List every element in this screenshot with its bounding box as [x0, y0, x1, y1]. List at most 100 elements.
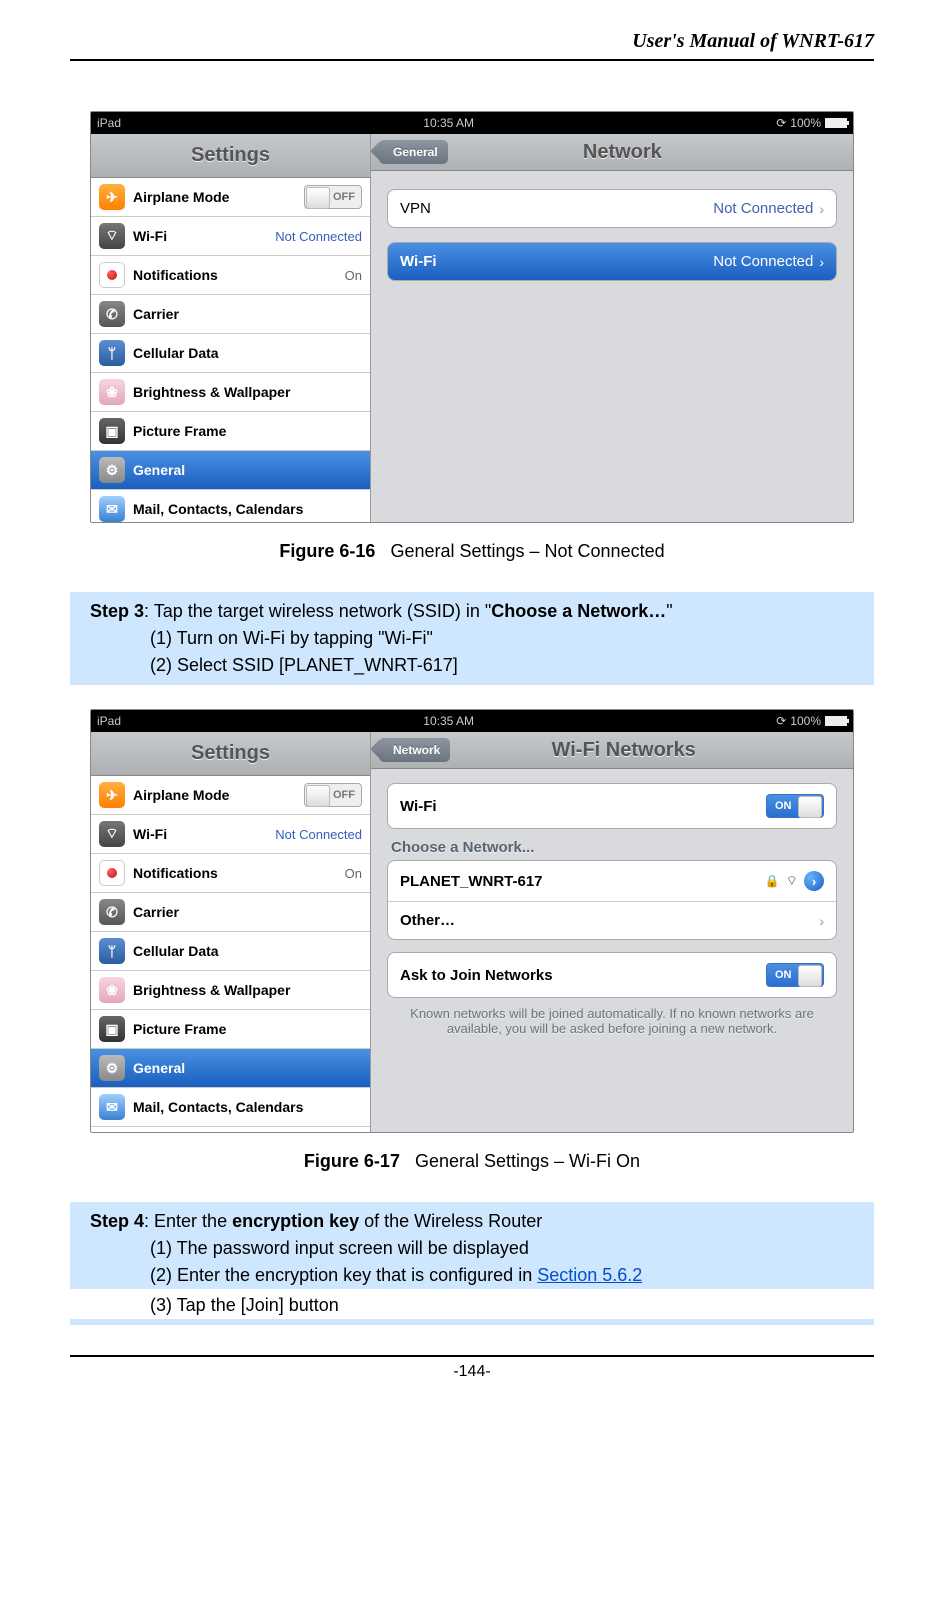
- sidebar-item-label: Wi-Fi: [133, 228, 275, 244]
- step-3-lead: Step 3: Tap the target wireless network …: [70, 598, 874, 625]
- wifi-icon: ⌔: [99, 223, 125, 249]
- figure-caption-2: Figure 6-17 General Settings – Wi-Fi On: [90, 1151, 854, 1172]
- sidebar-item-label: Picture Frame: [133, 1021, 362, 1037]
- detail-header: General Network: [371, 134, 853, 171]
- chevron-right-icon: ›: [819, 254, 824, 270]
- battery-icon: [825, 716, 847, 726]
- wifi-toggle-group: Wi-Fi ON: [387, 783, 837, 829]
- sidebar-item-carrier[interactable]: ✆ Carrier: [91, 295, 370, 334]
- airplane-toggle[interactable]: OFF: [304, 783, 362, 807]
- sidebar-item-notifications[interactable]: Notifications On: [91, 256, 370, 295]
- picture-frame-icon: ▣: [99, 1016, 125, 1042]
- sidebar-item-cellular[interactable]: ᛘ Cellular Data: [91, 334, 370, 373]
- sidebar-item-notifications[interactable]: Notifications On: [91, 854, 370, 893]
- sidebar-item-wifi[interactable]: ⌔ Wi-Fi Not Connected: [91, 815, 370, 854]
- ask-group: Ask to Join Networks ON: [387, 952, 837, 998]
- sidebar-item-label: Notifications: [133, 865, 345, 881]
- chevron-right-icon: ›: [819, 913, 824, 929]
- settings-sidebar: Settings ✈ Airplane Mode OFF ⌔ Wi-Fi Not…: [91, 134, 371, 522]
- network-row-planet[interactable]: PLANET_WNRT-617 🔒 ⌔ ›: [388, 861, 836, 902]
- step-4-sub2: (2) Enter the encryption key that is con…: [70, 1262, 874, 1289]
- airplane-icon: ✈: [99, 184, 125, 210]
- document-header: User's Manual of WNRT-617: [70, 30, 874, 59]
- step-4-sub1: (1) The password input screen will be di…: [70, 1235, 874, 1262]
- sidebar-title: Settings: [91, 732, 370, 776]
- detail-title: Network: [460, 141, 785, 164]
- brightness-icon: ❀: [99, 977, 125, 1003]
- sidebar-item-label: Airplane Mode: [133, 787, 304, 803]
- phone-icon: ✆: [99, 899, 125, 925]
- vpn-label: VPN: [400, 200, 713, 217]
- detail-disclosure-icon[interactable]: ›: [804, 871, 824, 891]
- step-4-sub3: (3) Tap the [Join] button: [70, 1289, 874, 1319]
- mail-icon: ✉: [99, 1094, 125, 1120]
- step-3-sub1: (1) Turn on Wi-Fi by tapping "Wi-Fi": [70, 625, 874, 652]
- ask-row[interactable]: Ask to Join Networks ON: [388, 953, 836, 997]
- notifications-icon: [99, 262, 125, 288]
- clock: 10:35 AM: [423, 116, 474, 130]
- notifications-status: On: [345, 866, 362, 881]
- battery-icon: [825, 118, 847, 128]
- sidebar-item-label: General: [133, 462, 362, 478]
- sidebar-item-picture-frame[interactable]: ▣ Picture Frame: [91, 412, 370, 451]
- sidebar-item-airplane[interactable]: ✈ Airplane Mode OFF: [91, 776, 370, 815]
- wifi-toggle-row[interactable]: Wi-Fi ON: [388, 784, 836, 828]
- sidebar-item-wifi[interactable]: ⌔ Wi-Fi Not Connected: [91, 217, 370, 256]
- wifi-status: Not Connected: [275, 229, 362, 244]
- network-row-other[interactable]: Other… ›: [388, 902, 836, 939]
- status-bar: iPad 10:35 AM ⟳ 100%: [91, 112, 853, 134]
- sidebar-title: Settings: [91, 134, 370, 178]
- step-4-lead: Step 4: Enter the encryption key of the …: [70, 1208, 874, 1235]
- orientation-lock-icon: ⟳: [776, 714, 786, 728]
- page-number: -144-: [70, 1357, 874, 1397]
- ipad-screenshot-2: iPad 10:35 AM ⟳ 100% Settings ✈ Airplane…: [90, 709, 854, 1133]
- sidebar-item-label: Brightness & Wallpaper: [133, 982, 362, 998]
- ssid-label: PLANET_WNRT-617: [400, 873, 543, 890]
- gear-icon: ⚙: [99, 1055, 125, 1081]
- wifi-on-toggle[interactable]: ON: [766, 794, 824, 818]
- section-link[interactable]: Section 5.6.2: [537, 1265, 642, 1285]
- header-rule: [70, 59, 874, 61]
- brightness-icon: ❀: [99, 379, 125, 405]
- sidebar-item-picture-frame[interactable]: ▣ Picture Frame: [91, 1010, 370, 1049]
- vpn-row[interactable]: VPN Not Connected ›: [387, 189, 837, 228]
- ask-on-toggle[interactable]: ON: [766, 963, 824, 987]
- device-label: iPad: [97, 714, 121, 728]
- back-general-button[interactable]: General: [379, 140, 448, 164]
- sidebar-item-airplane[interactable]: ✈ Airplane Mode OFF: [91, 178, 370, 217]
- sidebar-item-cellular[interactable]: ᛘ Cellular Data: [91, 932, 370, 971]
- sidebar-item-label: Wi-Fi: [133, 826, 275, 842]
- wifi-value: Not Connected: [713, 253, 813, 270]
- chevron-right-icon: ›: [819, 201, 824, 217]
- back-network-button[interactable]: Network: [379, 738, 450, 762]
- sidebar-item-mail[interactable]: ✉ Mail, Contacts, Calendars: [91, 490, 370, 522]
- step-3-block: Step 3: Tap the target wireless network …: [70, 592, 874, 685]
- other-label: Other…: [400, 912, 455, 929]
- picture-frame-icon: ▣: [99, 418, 125, 444]
- choose-network-label: Choose a Network...: [387, 829, 837, 860]
- sidebar-item-label: Carrier: [133, 306, 362, 322]
- sidebar-item-general[interactable]: ⚙ General: [91, 1049, 370, 1088]
- sidebar-item-label: Cellular Data: [133, 943, 362, 959]
- ask-label: Ask to Join Networks: [400, 967, 553, 984]
- sidebar-item-mail[interactable]: ✉ Mail, Contacts, Calendars: [91, 1088, 370, 1127]
- settings-sidebar: Settings ✈ Airplane Mode OFF ⌔ Wi-Fi Not…: [91, 732, 371, 1132]
- orientation-lock-icon: ⟳: [776, 116, 786, 130]
- wifi-toggle-label: Wi-Fi: [400, 798, 437, 815]
- notifications-icon: [99, 860, 125, 886]
- antenna-icon: ᛘ: [99, 340, 125, 366]
- vpn-value: Not Connected: [713, 200, 813, 217]
- sidebar-item-label: Notifications: [133, 267, 345, 283]
- airplane-toggle[interactable]: OFF: [304, 185, 362, 209]
- step-4-block: Step 4: Enter the encryption key of the …: [70, 1202, 874, 1325]
- gear-icon: ⚙: [99, 457, 125, 483]
- wifi-row-highlighted[interactable]: Wi-Fi Not Connected ›: [387, 242, 837, 281]
- sidebar-item-carrier[interactable]: ✆ Carrier: [91, 893, 370, 932]
- sidebar-item-brightness[interactable]: ❀ Brightness & Wallpaper: [91, 373, 370, 412]
- wifi-status: Not Connected: [275, 827, 362, 842]
- clock: 10:35 AM: [423, 714, 474, 728]
- sidebar-item-general[interactable]: ⚙ General: [91, 451, 370, 490]
- sidebar-item-label: Carrier: [133, 904, 362, 920]
- sidebar-item-brightness[interactable]: ❀ Brightness & Wallpaper: [91, 971, 370, 1010]
- sidebar-item-label: Mail, Contacts, Calendars: [133, 501, 362, 517]
